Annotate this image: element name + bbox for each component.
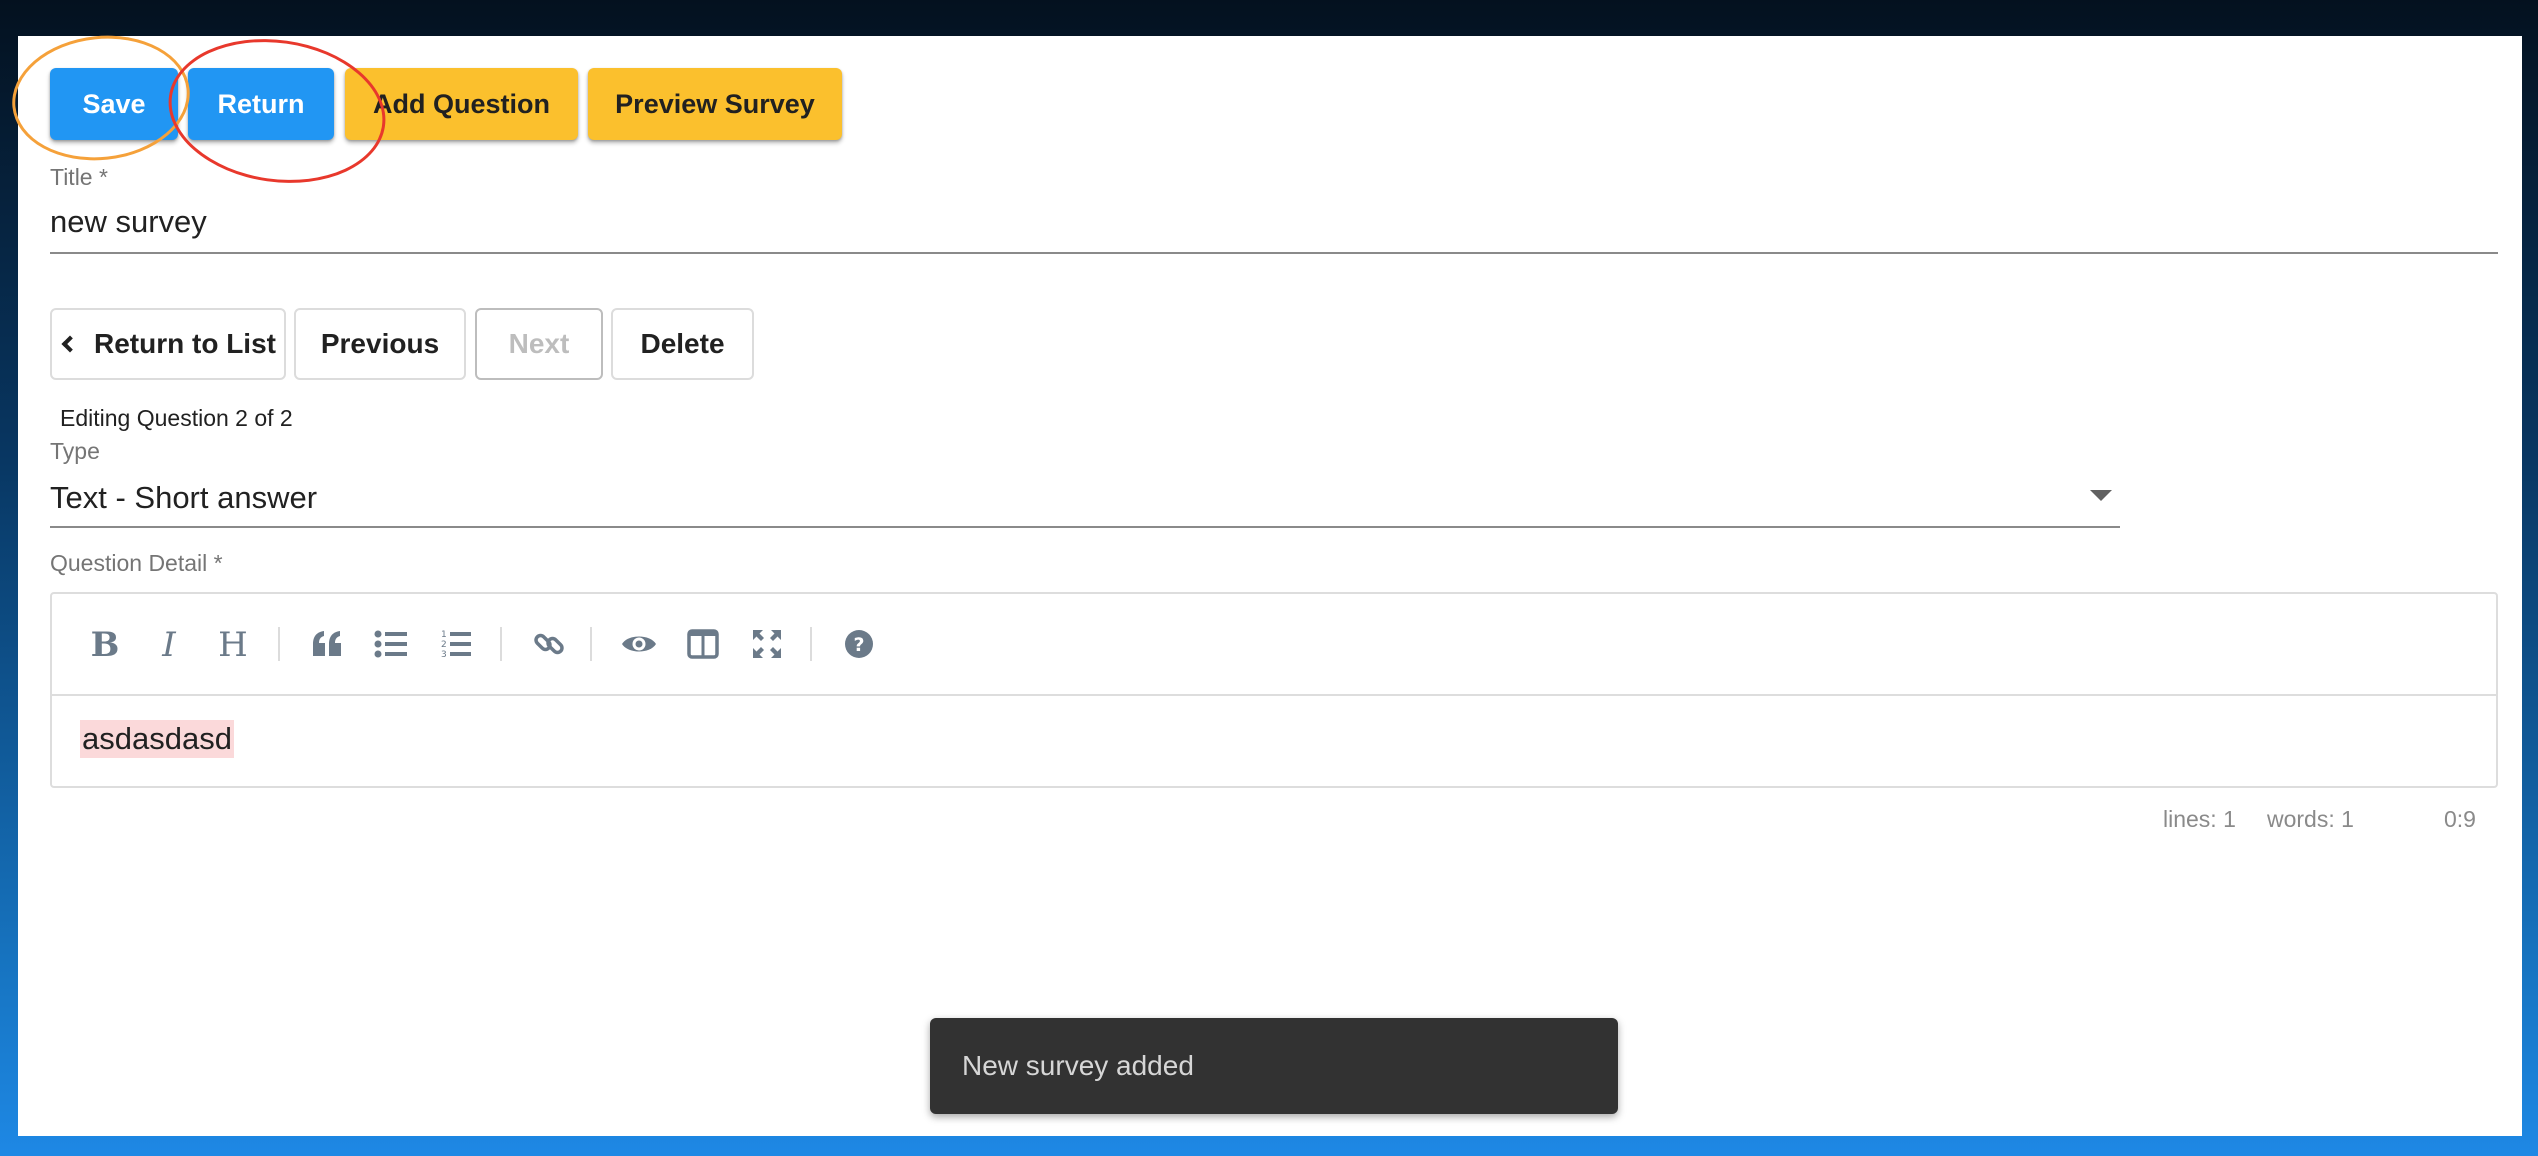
toolbar-separator <box>278 627 280 661</box>
svg-text:?: ? <box>853 634 864 656</box>
title-input[interactable]: new survey <box>50 204 207 240</box>
svg-text:1: 1 <box>441 630 447 640</box>
type-label: Type <box>50 438 100 464</box>
side-by-side-icon[interactable] <box>682 623 724 665</box>
svg-text:2: 2 <box>441 640 447 650</box>
cursor-position: 0:9 <box>2444 806 2476 832</box>
title-label: Title * <box>50 164 108 190</box>
svg-text:B: B <box>91 627 120 661</box>
svg-text:I: I <box>161 627 176 661</box>
return-to-list-button[interactable]: Return to List <box>50 308 286 380</box>
bold-icon[interactable]: B <box>84 623 126 665</box>
editing-status: Editing Question 2 of 2 <box>60 405 293 431</box>
return-button[interactable]: Return <box>188 68 334 140</box>
italic-icon[interactable]: I <box>148 623 190 665</box>
type-underline <box>50 526 2120 528</box>
svg-text:H: H <box>218 627 248 661</box>
type-select[interactable]: Text - Short answer <box>50 480 317 516</box>
previous-button[interactable]: Previous <box>294 308 466 380</box>
preview-icon[interactable] <box>618 623 660 665</box>
ordered-list-icon[interactable]: 1 2 3 <box>434 623 476 665</box>
snackbar: New survey added <box>930 1018 1618 1114</box>
toolbar-separator <box>500 627 502 661</box>
editor-toolbar: B I H 1 2 3 ? <box>52 594 2496 696</box>
save-button[interactable]: Save <box>50 68 178 140</box>
lines-count: lines: 1 <box>2163 806 2236 832</box>
question-detail-label: Question Detail * <box>50 550 223 576</box>
snackbar-message: New survey added <box>962 1050 1194 1081</box>
markdown-editor[interactable]: B I H 1 2 3 ? asdasdasd <box>50 592 2498 788</box>
help-icon[interactable]: ? <box>838 623 880 665</box>
quote-icon[interactable] <box>306 623 348 665</box>
return-to-list-label: Return to List <box>94 328 276 359</box>
toolbar-separator <box>810 627 812 661</box>
svg-text:3: 3 <box>441 650 447 660</box>
next-button[interactable]: Next <box>475 308 603 380</box>
fullscreen-icon[interactable] <box>746 623 788 665</box>
heading-icon[interactable]: H <box>212 623 254 665</box>
words-count: words: 1 <box>2267 806 2354 832</box>
survey-editor-panel <box>18 36 2522 1136</box>
unordered-list-icon[interactable] <box>370 623 412 665</box>
toolbar-separator <box>590 627 592 661</box>
add-question-button[interactable]: Add Question <box>345 68 578 140</box>
preview-survey-button[interactable]: Preview Survey <box>588 68 842 140</box>
title-underline <box>50 252 2498 254</box>
delete-button[interactable]: Delete <box>611 308 754 380</box>
chevron-left-icon <box>61 335 79 353</box>
dropdown-arrow-icon[interactable] <box>2090 490 2112 501</box>
editor-content[interactable]: asdasdasd <box>80 720 234 758</box>
link-icon[interactable] <box>528 623 570 665</box>
